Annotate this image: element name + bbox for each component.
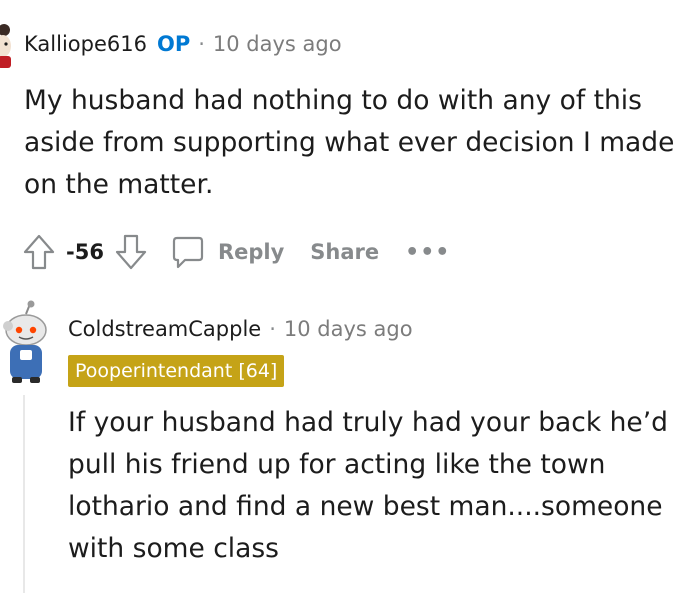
comment-action-bar: -56 Reply Share ••• — [22, 230, 450, 274]
reply-label: Reply — [217, 240, 285, 264]
downvote-button[interactable] — [114, 233, 148, 271]
reply-button[interactable]: Reply — [170, 234, 284, 270]
avatar[interactable] — [0, 300, 52, 384]
upvote-button[interactable] — [22, 233, 56, 271]
snoo-avatar-icon — [0, 24, 11, 68]
share-button[interactable]: Share — [310, 240, 379, 264]
comment-body: If your husband had truly had your back … — [68, 407, 668, 564]
upvote-arrow-icon — [23, 234, 55, 270]
user-flair: Pooperintendant [64] — [68, 355, 285, 387]
comment-author[interactable]: ColdstreamCapple — [68, 317, 261, 341]
comment-timestamp[interactable]: 10 days ago — [213, 32, 342, 56]
speech-bubble-icon — [172, 236, 204, 269]
thread-line[interactable] — [23, 395, 25, 593]
vote-score: -56 — [66, 240, 104, 264]
comment-header: ColdstreamCapple · 10 days ago — [68, 317, 413, 341]
snoo-avatar-icon — [3, 300, 47, 383]
more-options-button[interactable]: ••• — [405, 240, 450, 265]
comment-author[interactable]: Kalliope616 — [24, 32, 147, 56]
comment-header: Kalliope616 OP · 10 days ago — [24, 32, 342, 56]
comment-timestamp[interactable]: 10 days ago — [284, 317, 413, 341]
meta-separator: · — [269, 317, 276, 341]
meta-separator: · — [198, 32, 205, 56]
op-badge: OP — [156, 32, 191, 56]
downvote-arrow-icon — [115, 234, 147, 270]
comment-body: My husband had nothing to do with any of… — [24, 85, 675, 200]
avatar[interactable] — [0, 22, 12, 68]
